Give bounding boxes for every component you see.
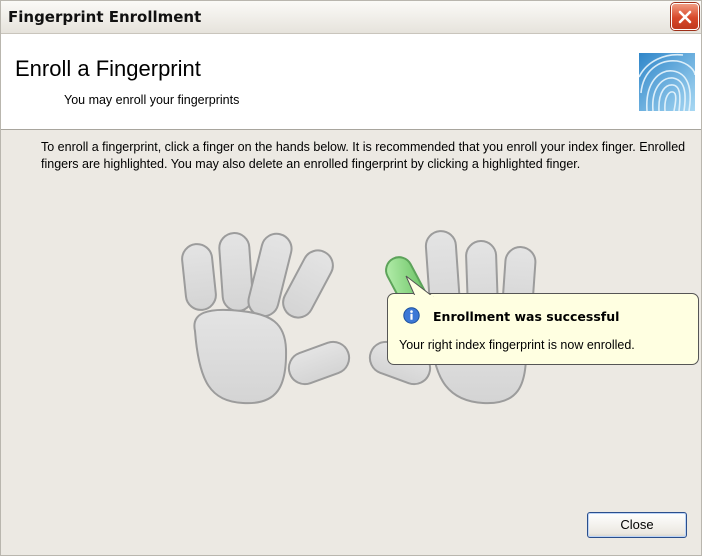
hands-illustration: [181, 230, 537, 405]
left-thumb-finger[interactable]: [284, 337, 353, 388]
left-palm: [193, 308, 288, 405]
balloon-message: Your right index fingerprint is now enro…: [399, 338, 635, 352]
enrollment-balloon: Enrollment was successful Your right ind…: [387, 275, 699, 365]
close-button[interactable]: Close: [587, 512, 687, 538]
balloon-title: Enrollment was successful: [433, 309, 620, 324]
info-icon: [403, 307, 420, 324]
fingerprint-enrollment-window: Fingerprint Enrollment Enroll a Fingerpr…: [0, 0, 702, 556]
balloon-pointer: [405, 275, 434, 297]
left-pinky-finger[interactable]: [181, 243, 218, 312]
